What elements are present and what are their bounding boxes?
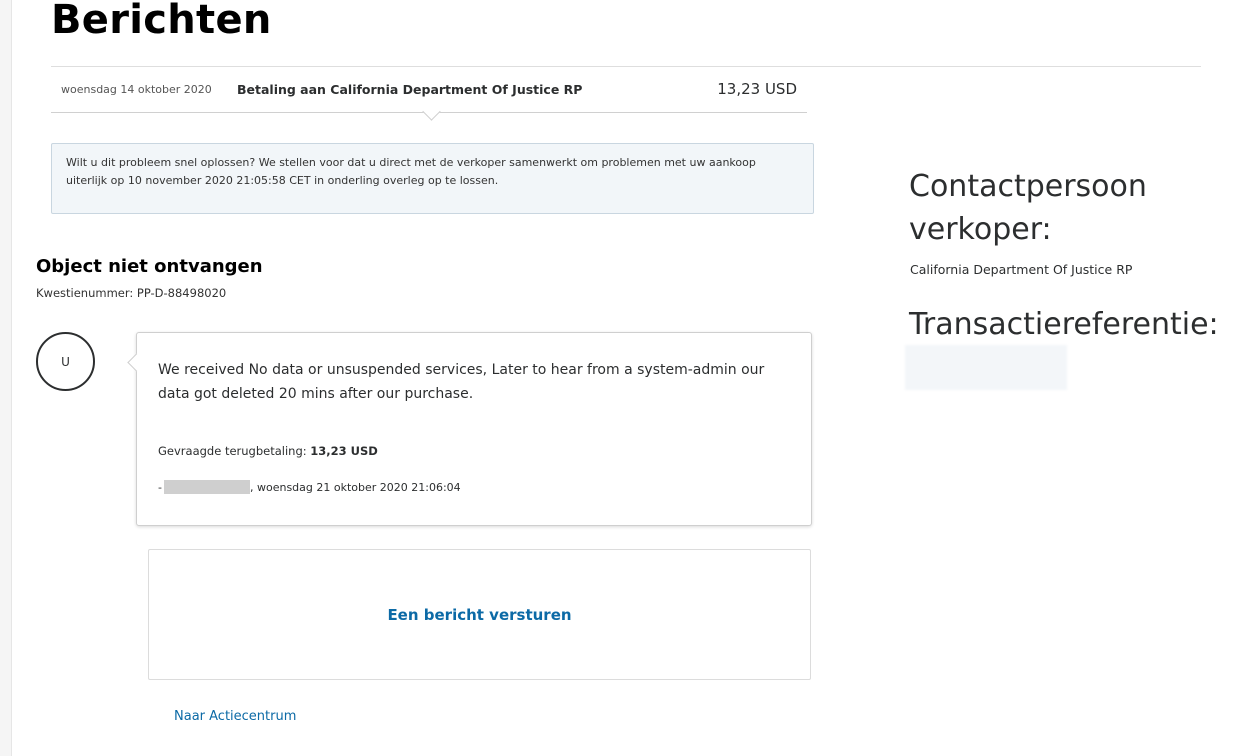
send-message-button[interactable]: Een bericht versturen [387,606,571,624]
transaction-row[interactable]: woensdag 14 oktober 2020 Betaling aan Ca… [51,67,807,121]
transaction-date: woensdag 14 oktober 2020 [61,83,212,96]
transaction-reference-heading: Transactiereferentie: [909,307,1219,342]
avatar: U [36,332,95,391]
refund-label: Gevraagde terugbetaling: [158,444,311,458]
transaction-description: Betaling aan California Department Of Ju… [237,82,583,97]
avatar-initial: U [61,354,70,369]
case-number: Kwestienummer: PP-D-88498020 [36,286,227,300]
left-edge-rule [0,0,12,756]
redacted-transaction-reference [905,345,1067,390]
message-card: We received No data or unsuspended servi… [127,332,812,526]
message-timestamp: , woensdag 21 oktober 2020 21:06:04 [249,480,461,494]
case-title: Object niet ontvangen [36,256,263,277]
author-prefix: - [158,480,162,494]
seller-contact-heading: Contactpersoon verkoper: [909,169,1147,247]
expand-caret-icon [422,102,441,121]
back-to-action-center-link[interactable]: Naar Actiecentrum [174,709,296,724]
page-title: Berichten [51,0,272,43]
refund-request: Gevraagde terugbetaling: 13,23 USD [158,444,378,458]
send-message-panel[interactable]: Een bericht versturen [148,549,811,680]
resolution-notice: Wilt u dit probleem snel oplossen? We st… [51,143,814,214]
message-meta: - , woensdag 21 oktober 2020 21:06:04 [158,480,461,494]
message-body: We received No data or unsuspended servi… [158,362,765,402]
transaction-amount: 13,23 USD [717,80,797,98]
refund-amount: 13,23 USD [310,444,378,458]
redacted-author-name [163,480,250,494]
message-tail [127,353,146,372]
seller-contact-name: California Department Of Justice RP [910,262,1133,277]
